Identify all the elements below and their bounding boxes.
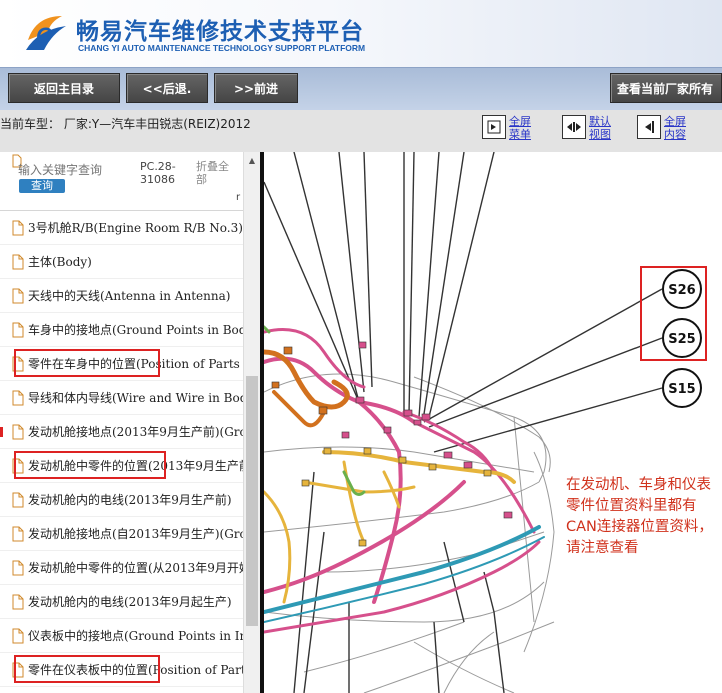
info-bar: 当前车型： 厂家:Y—汽车丰田锐志(REIZ)2012 全屏 菜单 默认 视图 全屏…	[0, 110, 722, 153]
default-view-icon	[562, 115, 586, 139]
document-icon	[12, 322, 24, 337]
tree-item-label: 导线和体内导线(Wire and Wire in Body)	[28, 391, 243, 405]
search-panel: 查询 PC.28-31086 折叠全部 r	[0, 152, 243, 211]
document-icon	[12, 356, 24, 371]
document-icon	[12, 526, 24, 541]
harness-illustration: S26 S25 S15	[264, 152, 707, 693]
tree-item[interactable]: 主体(Body)	[0, 245, 243, 279]
tree-item[interactable]: 发动机舱接地点(2013年9月生产前)(Ground Points)	[0, 415, 243, 449]
fullscreen-menu-label: 全屏 菜单	[509, 115, 531, 141]
scroll-thumb[interactable]	[246, 376, 258, 626]
logo-icon: C	[26, 16, 66, 50]
tree-item[interactable]: 发动机舱中零件的位置(从2013年9月开始生产)	[0, 551, 243, 585]
platform-title: 畅易汽车维修技术支持平台	[76, 19, 364, 45]
current-model-label: 当前车型： 厂家:Y—汽车丰田锐志(REIZ)2012	[0, 117, 251, 131]
connector-s26-label: S26	[668, 283, 695, 298]
fullscreen-menu-icon	[482, 115, 506, 139]
tree-item-label: 发动机舱内的电线(2013年9月生产前)	[28, 493, 232, 507]
annotation-note: 在发动机、车身和仪表零件位置资料里都有CAN连接器位置资料，请注意查看	[566, 477, 713, 556]
tree-item[interactable]: 导线和体内导线(Wire and Wire in Body)	[0, 381, 243, 415]
platform-subtitle: CHANG YI AUTO MAINTENANCE TECHNOLOGY SUP…	[78, 43, 366, 53]
document-icon	[12, 288, 24, 303]
tree-item-label: 发动机舱接地点(2013年9月生产前)(Ground Points)	[28, 425, 243, 439]
document-icon	[12, 662, 24, 677]
connector-s15-label: S15	[668, 382, 695, 397]
document-icon	[12, 560, 24, 575]
document-icon	[12, 492, 24, 507]
tree-item[interactable]: 发动机舱中零件的位置(2013年9月生产前)	[0, 449, 243, 483]
search-input[interactable]	[18, 162, 130, 178]
tree-item[interactable]: 3号机舱R/B(Engine Room R/B No.3)	[0, 211, 243, 245]
document-icon	[12, 220, 24, 235]
tree-item-label: 仪表板中的接地点(Ground Points in Instrument Pan…	[28, 629, 243, 643]
tree-item-label: 主体(Body)	[28, 255, 92, 269]
fullscreen-content-icon	[637, 115, 661, 139]
tree-item-label: 天线中的天线(Antenna in Antenna)	[28, 289, 231, 303]
sidebar: 查询 PC.28-31086 折叠全部 r 3号机舱R/B(Engine Roo…	[0, 152, 260, 693]
tree-item-label: 车身中的接地点(Ground Points in Body)	[28, 323, 243, 337]
svg-text:C: C	[36, 23, 53, 48]
fullscreen-menu-button[interactable]: 全屏 菜单	[482, 115, 531, 141]
tree-item[interactable]: 车身中的接地点(Ground Points in Body)	[0, 313, 243, 347]
active-marker	[0, 427, 3, 437]
default-view-button[interactable]: 默认 视图	[562, 115, 611, 141]
tree-item[interactable]: 零件在车身中的位置(Position of Parts in Body)	[0, 347, 243, 381]
document-icon	[12, 424, 24, 439]
pc-code-label: PC.28-31086	[140, 160, 176, 186]
tree-item[interactable]: 零件在仪表板中的位置(Position of Parts in Instrume…	[0, 653, 243, 687]
home-button[interactable]: 返回主目录	[8, 73, 120, 103]
document-icon	[12, 390, 24, 405]
fullscreen-content-label: 全屏 内容	[664, 115, 686, 141]
back-button[interactable]: <<后退.	[126, 73, 208, 103]
tree-item-label: 发动机舱接地点(自2013年9月生产)(Ground Points)	[28, 527, 243, 541]
tree-item[interactable]: 天线中的天线(Antenna in Antenna)	[0, 279, 243, 313]
document-icon	[12, 254, 24, 269]
document-icon	[12, 458, 24, 473]
collapse-all-link[interactable]: 折叠全部	[196, 160, 232, 186]
scroll-up-arrow-icon[interactable]: ▲	[244, 152, 260, 168]
tree-item[interactable]: 发动机舱内的电线(2013年9月起生产)	[0, 585, 243, 619]
tree-item[interactable]: 发动机舱内的电线(2013年9月生产前)	[0, 483, 243, 517]
tree-item-label: 零件在仪表板中的位置(Position of Parts in Instrume…	[28, 663, 243, 677]
document-icon	[12, 628, 24, 643]
tree-item-label: 零件在车身中的位置(Position of Parts in Body)	[28, 357, 243, 371]
header-banner: C 畅易汽车维修技术支持平台 CHANG YI AUTO MAINTENANCE…	[0, 0, 722, 67]
forward-button[interactable]: >>前进	[214, 73, 298, 103]
document-icon	[12, 594, 24, 609]
tree-item-label: 发动机舱中零件的位置(从2013年9月开始生产)	[28, 561, 243, 575]
r-mark: r	[236, 192, 241, 203]
tree-item-label: 3号机舱R/B(Engine Room R/B No.3)	[28, 221, 243, 235]
tree-item-label: 发动机舱内的电线(2013年9月起生产)	[28, 595, 232, 609]
wiring-diagram: S26 S25 S15 在发动机、车身和仪表零件位置资料里都有CAN连接器位置资…	[264, 152, 722, 693]
tree-item[interactable]: 发动机舱接地点(自2013年9月生产)(Ground Points)	[0, 517, 243, 551]
connector-s25-label: S25	[668, 332, 695, 347]
view-vendor-all-button[interactable]: 查看当前厂家所有	[610, 73, 722, 103]
tree-item[interactable]: 仪表板中的接地点(Ground Points in Instrument Pan…	[0, 619, 243, 653]
search-button[interactable]: 查询	[19, 179, 65, 193]
fullscreen-content-button[interactable]: 全屏 内容	[637, 115, 686, 141]
navigation-bar: 返回主目录 <<后退. >>前进 查看当前厂家所有	[0, 67, 722, 113]
tree-list: 3号机舱R/B(Engine Room R/B No.3) 主体(Body) 天线中…	[0, 211, 243, 687]
default-view-label: 默认 视图	[589, 115, 611, 141]
tree-item-label: 发动机舱中零件的位置(2013年9月生产前)	[28, 459, 243, 473]
sidebar-scrollbar[interactable]: ▲	[243, 152, 260, 693]
